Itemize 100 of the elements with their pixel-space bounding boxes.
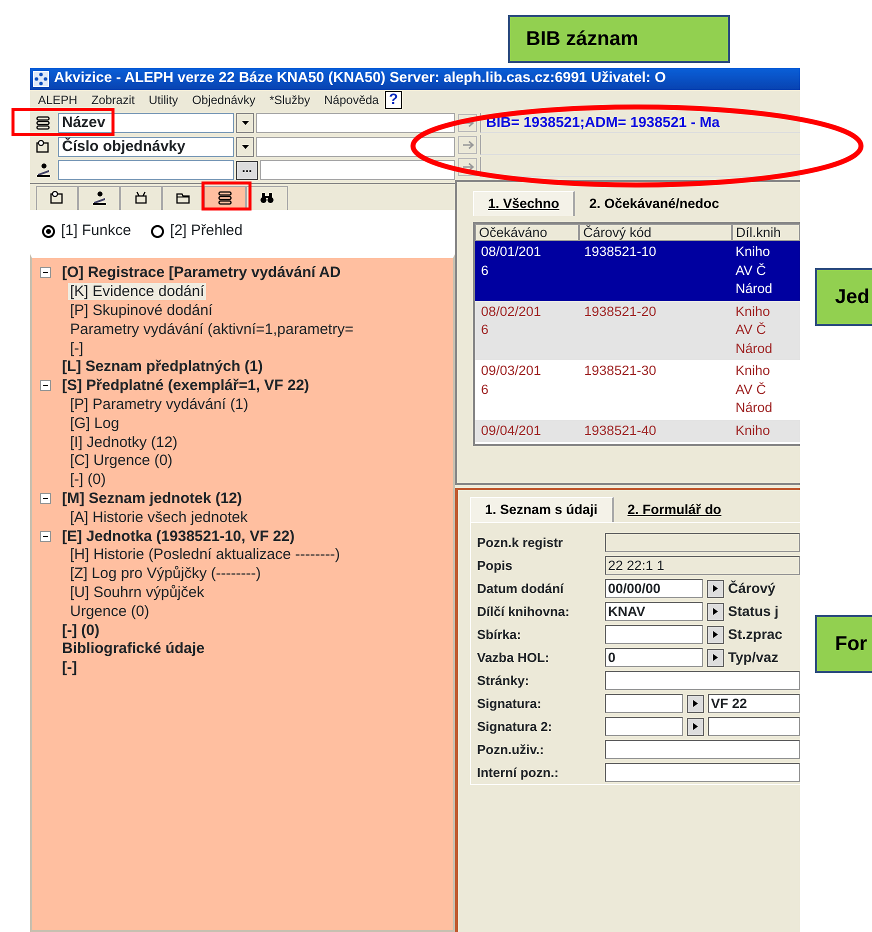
tree-item[interactable]: [-] (0): [68, 471, 108, 488]
input-field[interactable]: 0: [605, 648, 703, 667]
panel-tab[interactable]: 1. Všechno: [473, 190, 576, 216]
icon-tab[interactable]: [120, 186, 162, 210]
menu-item[interactable]: ALEPH: [38, 91, 78, 109]
book-stack-icon: [217, 190, 233, 206]
icon-tab[interactable]: [162, 186, 204, 210]
tree-item[interactable]: [G] Log: [68, 414, 122, 432]
play-icon: [711, 583, 720, 594]
play-icon: [711, 629, 720, 640]
picker-button[interactable]: [687, 694, 704, 712]
tree-item[interactable]: [A] Historie všech jednotek: [68, 508, 250, 526]
tree-item[interactable]: [-]: [60, 659, 79, 676]
table-cell-text: 08/01/201: [481, 243, 542, 261]
collapse-toggle-icon[interactable]: [40, 530, 51, 542]
tree-item[interactable]: Parametry vydávání (aktivní=1,parametry=: [68, 320, 356, 338]
arrow-icon: [460, 138, 474, 152]
tree-item[interactable]: [L] Seznam předplatných (1): [60, 358, 265, 376]
picker-button[interactable]: [707, 626, 724, 644]
input-field[interactable]: [605, 694, 683, 713]
tree-item[interactable]: [-] (0): [60, 622, 102, 639]
tree-item[interactable]: [I] Jednotky (12): [68, 434, 180, 451]
input-field[interactable]: KNAV: [605, 602, 703, 621]
tree-item[interactable]: [O] Registrace [Parametry vydávání AD: [60, 264, 343, 282]
browse-button[interactable]: ...: [236, 160, 258, 180]
table-cell-text: AV Č: [735, 380, 767, 398]
menu-item[interactable]: Utility: [148, 91, 178, 109]
field-label: Datum dodání: [477, 580, 565, 598]
table-cell-text: 09/03/201: [481, 362, 542, 380]
radio-button[interactable]: [151, 225, 164, 238]
field-label: St.zprac: [728, 625, 782, 644]
panel-tab[interactable]: 1. Seznam s údaji: [470, 496, 614, 522]
column-header[interactable]: Díl.knih: [732, 224, 800, 241]
collapse-toggle-icon[interactable]: [40, 380, 51, 392]
tree-item[interactable]: [E] Jednotka (1938521-10, VF 22): [60, 528, 297, 545]
input-field[interactable]: [605, 717, 683, 736]
binoculars-icon: [259, 190, 275, 206]
menu-item[interactable]: *Služby: [269, 91, 310, 109]
menu-item[interactable]: Nápověda: [324, 91, 379, 109]
table-row[interactable]: 08/01/201 6 1938521-10 Kniho AV Č Národ: [475, 241, 800, 300]
input-field[interactable]: 22 22:1 1: [605, 556, 800, 575]
combo-field[interactable]: Číslo objednávky: [58, 136, 234, 156]
radio-button[interactable]: [42, 225, 55, 238]
pot-icon: [133, 190, 149, 206]
tree-item[interactable]: Urgence (0): [68, 602, 152, 620]
icon-tab[interactable]: [78, 186, 120, 210]
callout-label: Jed: [815, 268, 872, 326]
input-field[interactable]: [256, 113, 455, 133]
tree-item[interactable]: [M] Seznam jednotek (12): [60, 490, 244, 507]
document-icon: [49, 190, 65, 206]
tree-item[interactable]: [H] Historie (Poslední aktualizace --------): [68, 546, 342, 564]
input-field[interactable]: [605, 533, 800, 552]
table-row[interactable]: 09/04/201 1938521-40 Kniho: [475, 420, 800, 442]
input-field[interactable]: [605, 671, 800, 690]
tree-item[interactable]: [K] Evidence dodání: [68, 283, 206, 300]
collapse-toggle-icon[interactable]: [40, 492, 51, 504]
icon-tab[interactable]: [36, 186, 78, 210]
tree-item[interactable]: [U] Souhrn výpůjček: [68, 584, 206, 601]
highlight-rectangle: [202, 182, 252, 210]
tree-item[interactable]: [C] Urgence (0): [68, 452, 175, 470]
combo-field[interactable]: Název: [58, 113, 234, 133]
input-field[interactable]: [605, 740, 800, 759]
dropdown-button[interactable]: [236, 113, 254, 133]
table-cell-text: Národ: [735, 280, 774, 298]
input-field[interactable]: [708, 717, 800, 736]
table-cell-text: 6: [481, 321, 490, 339]
tree-item[interactable]: [P] Skupinové dodání: [68, 302, 215, 319]
menu-item[interactable]: Objednávky: [192, 91, 256, 109]
dropdown-button[interactable]: [236, 136, 254, 156]
input-field[interactable]: [256, 136, 455, 156]
picker-button[interactable]: [687, 718, 704, 736]
app-logo-icon: [33, 71, 49, 87]
field-label: Status j: [728, 602, 779, 621]
picker-button[interactable]: [707, 648, 724, 666]
field-label: Pozn.uživ.:: [477, 740, 545, 759]
input-field[interactable]: [58, 160, 234, 180]
picker-button[interactable]: [707, 602, 724, 620]
collapse-toggle-icon[interactable]: [40, 267, 51, 278]
input-field[interactable]: [605, 625, 703, 644]
column-header[interactable]: Očekáváno: [475, 224, 580, 241]
input-field[interactable]: VF 22: [708, 694, 800, 713]
callout-label: BIB záznam: [508, 15, 730, 63]
tree-item[interactable]: [Z] Log pro Výpůjčky (--------): [68, 565, 263, 582]
icon-tab[interactable]: [246, 186, 288, 210]
picker-button[interactable]: [707, 580, 724, 598]
menu-item[interactable]: Zobrazit: [91, 91, 135, 109]
tree-item[interactable]: [-]: [68, 340, 86, 357]
caret-icon: [240, 120, 250, 126]
help-button[interactable]: ?: [384, 91, 402, 109]
input-field[interactable]: 00/00/00: [605, 579, 703, 598]
play-icon: [711, 606, 720, 617]
input-field[interactable]: [605, 763, 800, 782]
column-header[interactable]: Čárový kód: [579, 224, 732, 241]
person-desk-icon: [35, 162, 51, 178]
tree-item[interactable]: [P] Parametry vydávání (1): [68, 396, 250, 413]
tree-item[interactable]: [S] Předplatné (exemplář=1, VF 22): [60, 377, 312, 394]
table-row[interactable]: 08/02/201 6 1938521-20 Kniho AV Č Národ: [475, 300, 800, 360]
field-label: Stránky:: [477, 672, 530, 690]
tree-item[interactable]: Bibliografické údaje: [60, 640, 207, 658]
input-field[interactable]: [260, 160, 455, 180]
